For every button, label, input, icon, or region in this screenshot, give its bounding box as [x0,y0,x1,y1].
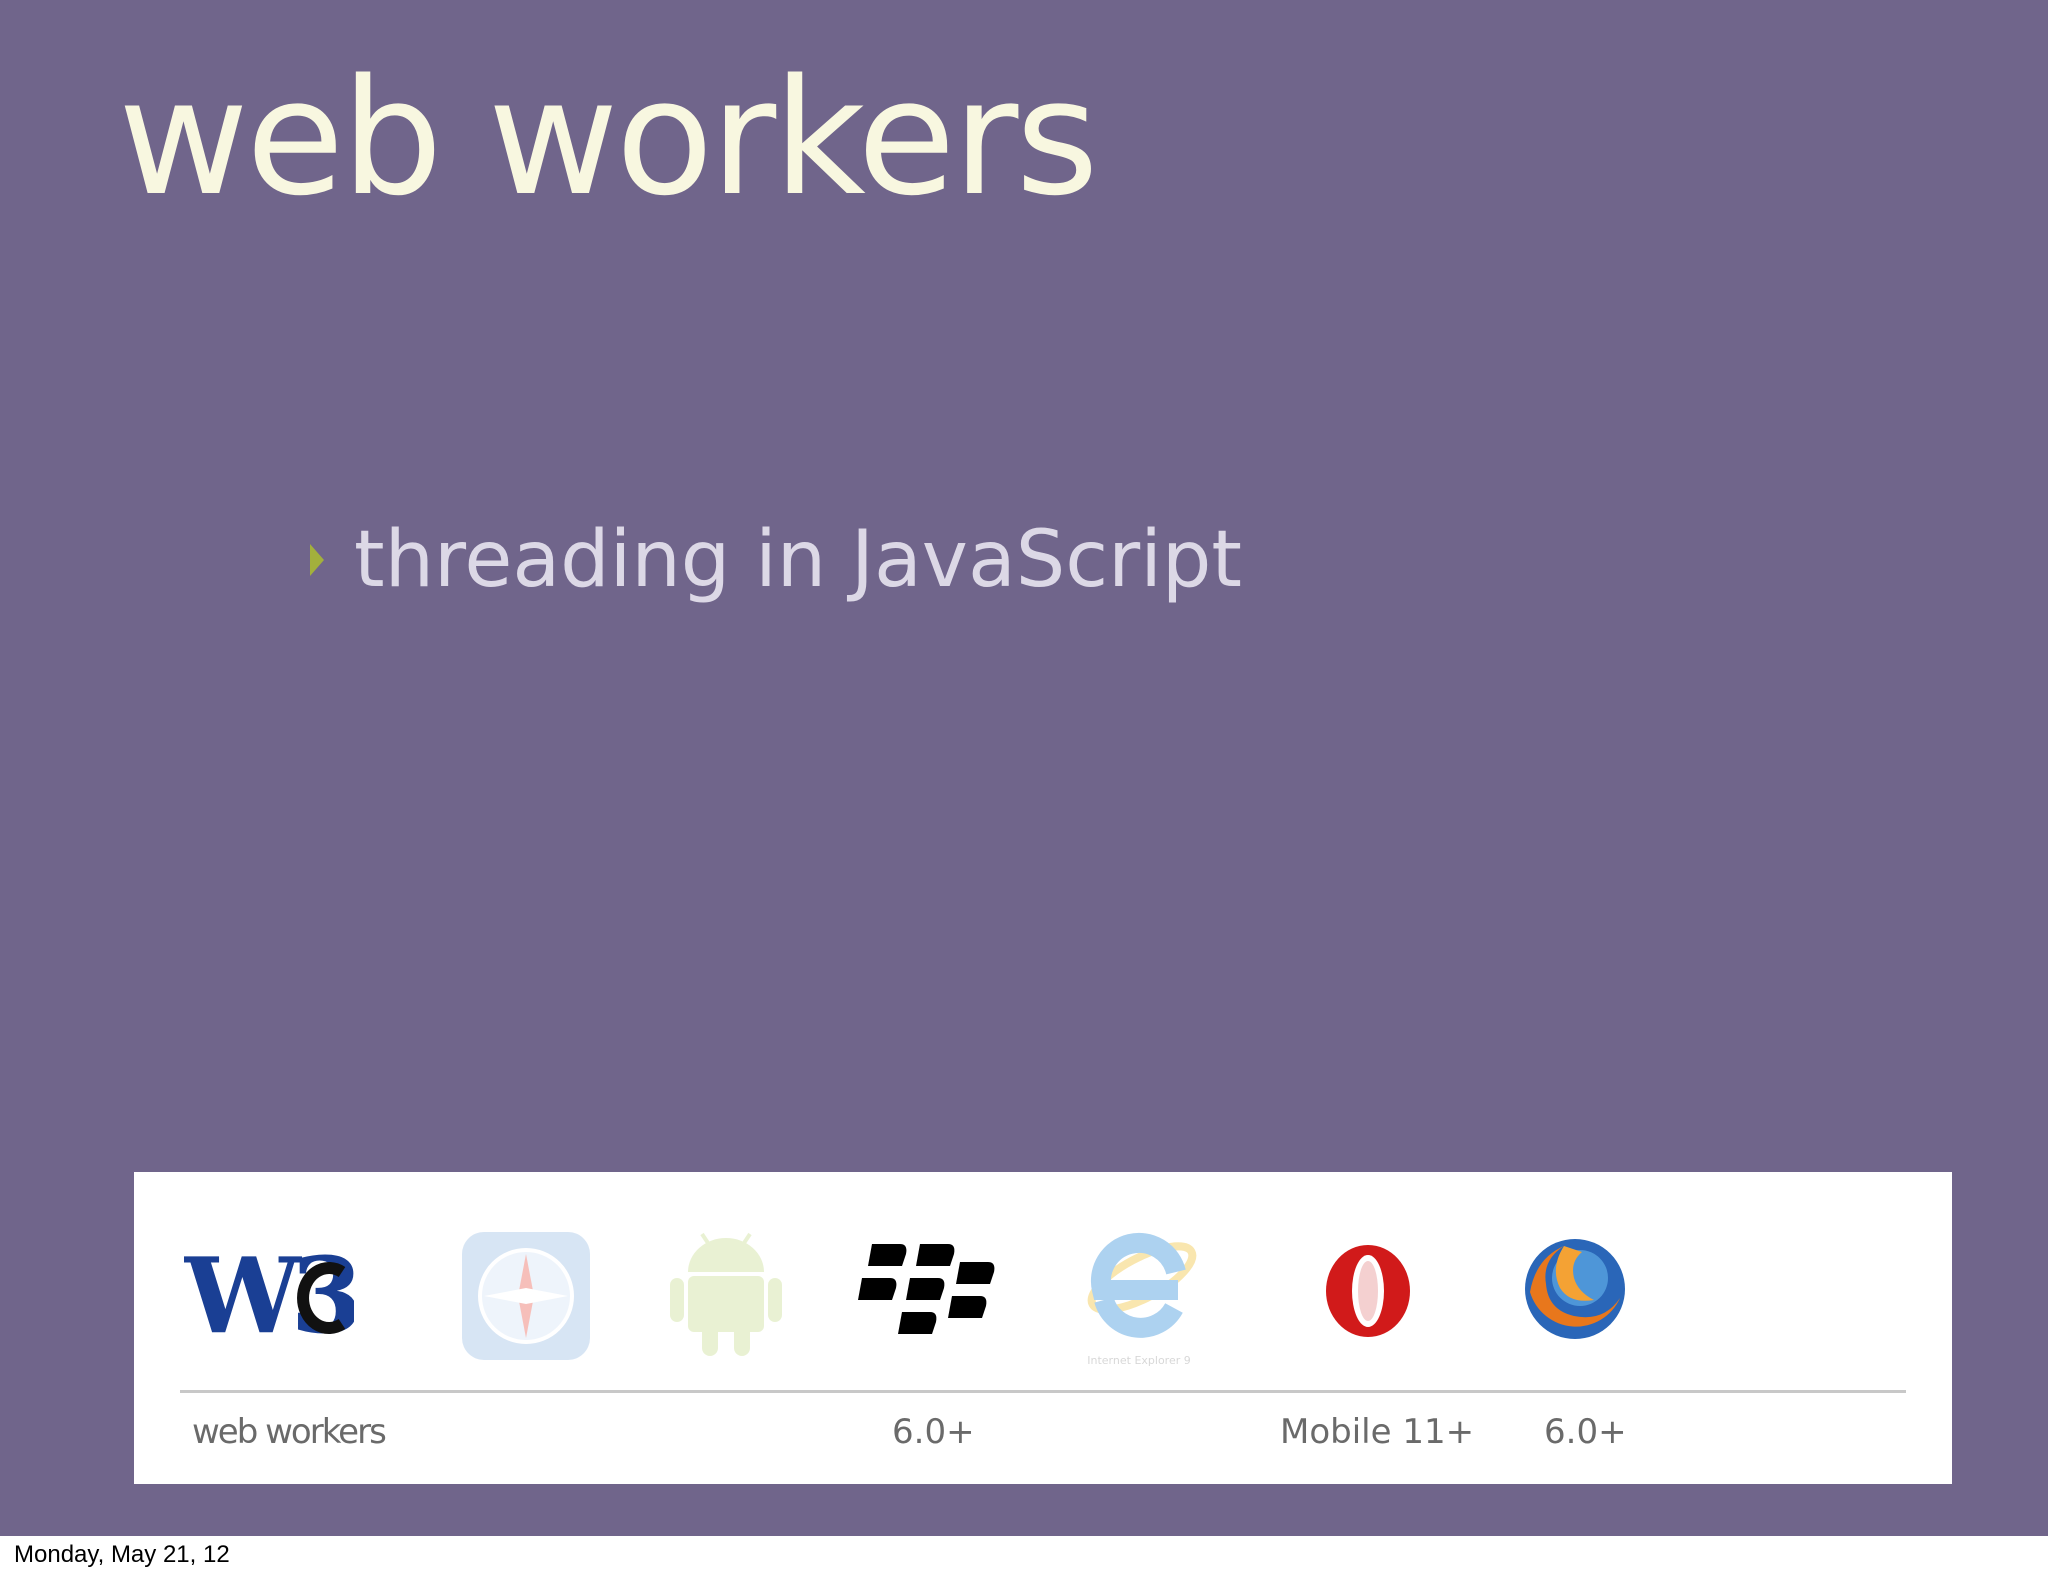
android-icon [670,1228,782,1358]
opera-icon [1322,1242,1414,1340]
table-divider [180,1390,1906,1393]
slide-title: web workers [118,44,1099,231]
ie-logo-caption: Internet Explorer 9 [1087,1354,1190,1367]
bullet-item: threading in JavaScript [310,510,1242,610]
bullet-arrow-icon [310,544,324,576]
feature-label: web workers [192,1412,387,1452]
blackberry-icon [856,1242,1004,1350]
opera-version-label: Mobile 11+ [1280,1412,1475,1452]
bullet-text: threading in JavaScript [354,515,1242,605]
w3c-logo: W3 [184,1242,354,1352]
footer-date: Monday, May 21, 12 [14,1541,230,1568]
browser-support-panel: W3 Internet Explorer 9 web workers 6.0+ … [134,1172,1952,1484]
firefox-version-label: 6.0+ [1544,1412,1627,1452]
internet-explorer-icon: Internet Explorer 9 [1078,1226,1200,1376]
svg-text:W3: W3 [184,1242,354,1352]
safari-icon [460,1230,592,1362]
firefox-icon [1520,1234,1630,1344]
slide: web workers threading in JavaScript W3 I… [0,0,2048,1536]
blackberry-version-label: 6.0+ [892,1412,975,1452]
